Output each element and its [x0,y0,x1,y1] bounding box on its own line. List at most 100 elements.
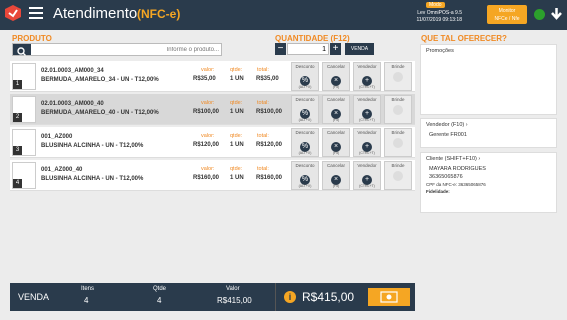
seller-value: Gerente FR001 [429,132,467,138]
item-price: R$100,00 [193,109,220,115]
list-item[interactable]: 1 02.01.0003_AM000_34 BERMUDA_AMARELO_34… [10,61,415,92]
item-number: 4 [13,179,22,188]
product-search [12,43,222,56]
item-description: BLUSINHA ALCINHA - UN - T12,00% [41,143,144,149]
monitor-button[interactable]: Monitor NFCe / Nfe [487,5,527,24]
item-total: R$120,00 [256,142,283,148]
item-qty-label: qtde: [230,133,243,139]
item-qty-label: qtde: [230,100,243,106]
gift-button: Brinde [384,128,412,157]
list-item[interactable]: 2 02.01.0003_AM000_40 BERMUDA_AMARELO_40… [10,94,415,125]
item-qty: 1 UN [230,76,244,82]
menu-icon[interactable] [29,7,43,19]
sell-button[interactable]: VENDA [345,43,374,55]
item-code: 001_AZ000_40 [41,167,83,173]
item-price-label: valor: [201,166,215,172]
items-count-label: Itens [81,286,95,292]
discount-button[interactable]: Desconto % (ALT+X) [291,161,319,190]
items-count-value: 4 [84,296,89,305]
item-price: R$120,00 [193,142,220,148]
product-thumbnail: 4 [12,162,36,189]
value-label: Valor [226,286,240,292]
download-icon[interactable] [551,8,562,20]
cancel-item-button[interactable]: Cancelar × (F5) [322,95,350,124]
quantity-input[interactable] [287,43,329,55]
gift-icon [393,105,403,115]
item-total-label: total: [257,100,269,106]
item-code: 02.01.0003_AM000_34 [41,68,104,74]
seller-item-button[interactable]: Vendedor + (CTRL+T) [353,128,381,157]
item-total: R$160,00 [256,175,283,181]
value-amount: R$415,00 [217,296,252,305]
item-total-label: total: [257,166,269,172]
info-icon[interactable]: i [284,291,296,303]
cancel-item-button[interactable]: Cancelar × (F5) [322,62,350,91]
item-code: 02.01.0003_AM000_40 [41,101,104,107]
seller-item-button[interactable]: Vendedor + (CTRL+T) [353,95,381,124]
discount-button[interactable]: Desconto % (ALT+X) [291,62,319,91]
top-bar: Atendimento (NFC-e) Modo Lev OmniPOS-a 9… [0,0,567,30]
discount-button[interactable]: Desconto % (ALT+X) [291,128,319,157]
cancel-item-button[interactable]: Cancelar × (F5) [322,128,350,157]
quantity-total-value: 4 [157,296,162,305]
item-total: R$100,00 [256,109,283,115]
product-label: PRODUTO [12,34,52,43]
client-doc: 36365065876 [429,174,463,180]
item-description: BERMUDA_AMARELO_34 - UN - T12,00% [41,77,159,83]
pay-button[interactable] [368,288,410,306]
seller-panel[interactable]: Vendedor (F10) › Gerente FR001 [420,118,557,148]
item-qty: 1 UN [230,109,244,115]
product-search-input[interactable] [33,44,221,55]
list-item[interactable]: 4 001_AZ000_40 BLUSINHA ALCINHA - UN - T… [10,160,415,191]
cash-icon [380,291,398,303]
seller-item-button[interactable]: Vendedor + (CTRL+T) [353,161,381,190]
search-button[interactable] [13,44,31,56]
item-total-label: total: [257,67,269,73]
client-name: MAYARA RODRIGUES [429,166,486,172]
product-thumbnail: 1 [12,63,36,90]
device-info: Lev OmniPOS-a 9.5 11/07/2019 09:13:18 [416,10,462,23]
app-logo-icon [5,5,21,21]
item-total-label: total: [257,133,269,139]
promotions-title: Promoções [426,48,454,54]
client-title: Cliente (SHIFT+F10) › [426,156,481,162]
item-price-label: valor: [201,133,215,139]
gift-icon [393,138,403,148]
item-price-label: valor: [201,67,215,73]
item-total: R$35,00 [256,76,279,82]
item-price: R$35,00 [193,76,216,82]
fidelity-label: Fidelidade: [426,189,450,194]
item-price: R$160,00 [193,175,220,181]
grand-total: R$415,00 [302,290,355,304]
cancel-item-button[interactable]: Cancelar × (F5) [322,161,350,190]
sale-label: VENDA [18,292,50,302]
list-item[interactable]: 3 001_AZ000 BLUSINHA ALCINHA - UN - T12,… [10,127,415,158]
quantity-minus-button[interactable]: − [275,43,286,55]
promotions-panel: Promoções [420,44,557,115]
gift-button: Brinde [384,161,412,190]
gift-button: Brinde [384,62,412,91]
seller-title: Vendedor (F10) › [426,122,468,128]
item-price-label: valor: [201,100,215,106]
item-qty: 1 UN [230,142,244,148]
item-qty-label: qtde: [230,67,243,73]
product-thumbnail: 2 [12,96,36,123]
globe-icon[interactable] [534,9,545,20]
discount-button[interactable]: Desconto % (ALT+X) [291,95,319,124]
total-box: i R$415,00 [275,283,415,311]
page-subtitle: (NFC-e) [137,7,181,21]
gift-button: Brinde [384,95,412,124]
gift-icon [393,72,403,82]
quantity-label: QUANTIDADE (F12) [275,34,350,43]
client-panel[interactable]: Cliente (SHIFT+F10) › MAYARA RODRIGUES 3… [420,152,557,213]
item-number: 3 [13,146,22,155]
item-code: 001_AZ000 [41,134,73,140]
quantity-plus-button[interactable]: + [330,43,341,55]
suggest-label: QUE TAL OFERECER? [421,34,507,43]
item-qty: 1 UN [230,175,244,181]
item-description: BERMUDA_AMARELO_40 - UN - T12,00% [41,110,159,116]
item-description: BLUSINHA ALCINHA - UN - T12,00% [41,176,144,182]
seller-item-button[interactable]: Vendedor + (CTRL+T) [353,62,381,91]
item-number: 1 [13,80,22,89]
gift-icon [393,171,403,181]
